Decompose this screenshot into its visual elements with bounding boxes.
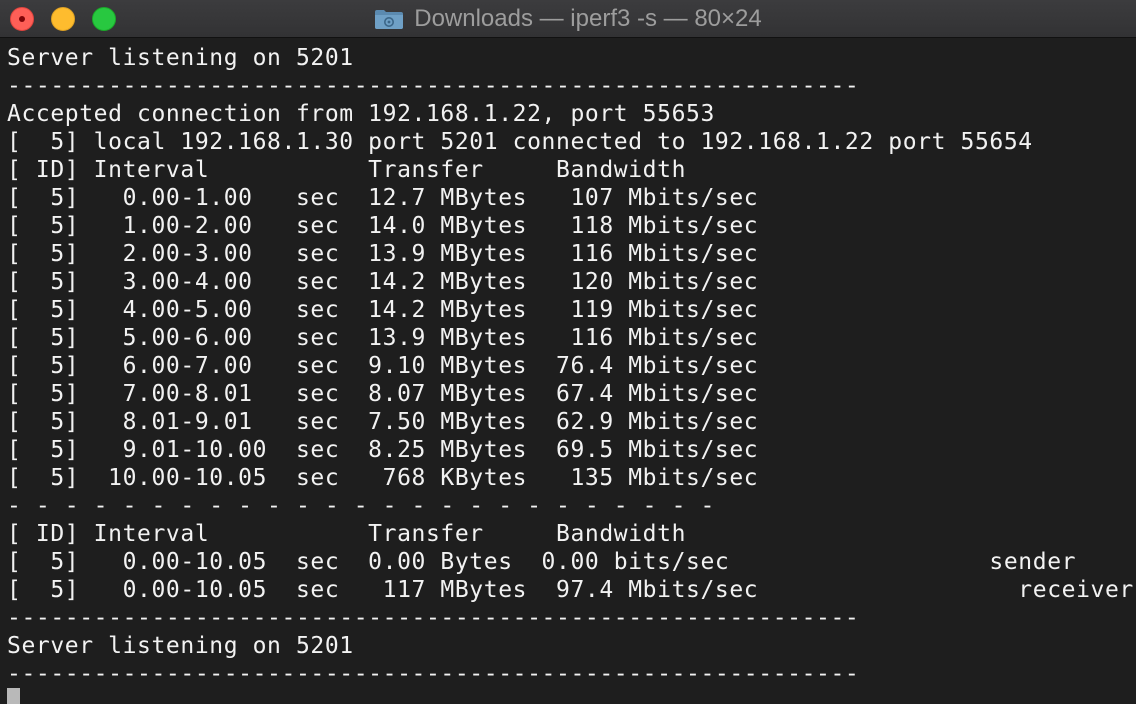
title-bar[interactable]: Downloads — iperf3 -s — 80×24: [0, 0, 1136, 38]
terminal-line: [ ID] Interval Transfer Bandwidth: [7, 157, 687, 183]
terminal-line: [ ID] Interval Transfer Bandwidth: [7, 521, 687, 547]
terminal-line: [ 5] 9.01-10.00 sec 8.25 MBytes 69.5 Mbi…: [7, 437, 759, 463]
terminal-content[interactable]: Server listening on 5201 ---------------…: [0, 39, 1136, 704]
terminal-line: [ 5] local 192.168.1.30 port 5201 connec…: [7, 129, 1033, 155]
terminal-line: Accepted connection from 192.168.1.22, p…: [7, 101, 715, 127]
terminal-line: [ 5] 7.00-8.01 sec 8.07 MBytes 67.4 Mbit…: [7, 381, 759, 407]
terminal-line: [ 5] 0.00-10.05 sec 0.00 Bytes 0.00 bits…: [7, 549, 1077, 575]
terminal-line: [ 5] 3.00-4.00 sec 14.2 MBytes 120 Mbits…: [7, 269, 759, 295]
terminal-line: [ 5] 2.00-3.00 sec 13.9 MBytes 116 Mbits…: [7, 241, 759, 267]
terminal-line: [ 5] 4.00-5.00 sec 14.2 MBytes 119 Mbits…: [7, 297, 759, 323]
terminal-line: Server listening on 5201: [7, 633, 354, 659]
terminal-output: Server listening on 5201 ---------------…: [7, 44, 1134, 688]
terminal-line: ----------------------------------------…: [7, 661, 860, 687]
terminal-line: - - - - - - - - - - - - - - - - - - - - …: [7, 493, 715, 519]
terminal-line: [ 5] 0.00-10.05 sec 117 MBytes 97.4 Mbit…: [7, 577, 1134, 603]
window-title-area: Downloads — iperf3 -s — 80×24: [0, 0, 1136, 38]
terminal-line: [ 5] 6.00-7.00 sec 9.10 MBytes 76.4 Mbit…: [7, 353, 759, 379]
terminal-line: ----------------------------------------…: [7, 605, 860, 631]
terminal-line: [ 5] 1.00-2.00 sec 14.0 MBytes 118 Mbits…: [7, 213, 759, 239]
window-title: Downloads — iperf3 -s — 80×24: [414, 5, 762, 32]
terminal-line: Server listening on 5201: [7, 45, 354, 71]
terminal-window: Downloads — iperf3 -s — 80×24 Server lis…: [0, 0, 1136, 704]
folder-icon: [374, 8, 404, 30]
text-cursor: [7, 688, 20, 704]
terminal-line: [ 5] 5.00-6.00 sec 13.9 MBytes 116 Mbits…: [7, 325, 759, 351]
terminal-line: [ 5] 8.01-9.01 sec 7.50 MBytes 62.9 Mbit…: [7, 409, 759, 435]
terminal-line: ----------------------------------------…: [7, 73, 860, 99]
terminal-line: [ 5] 0.00-1.00 sec 12.7 MBytes 107 Mbits…: [7, 185, 759, 211]
terminal-line: [ 5] 10.00-10.05 sec 768 KBytes 135 Mbit…: [7, 465, 759, 491]
